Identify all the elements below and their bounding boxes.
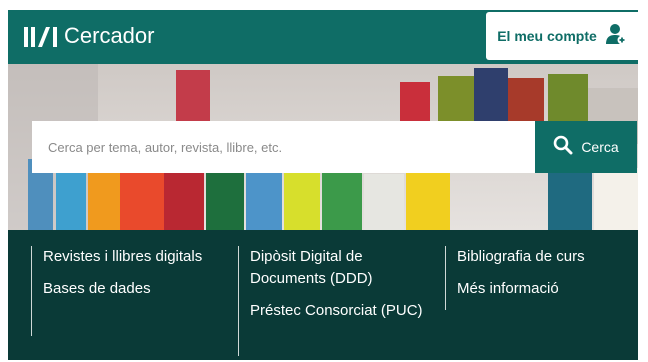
header-bar: Cercador El meu compte (8, 10, 638, 64)
link-puc-loans[interactable]: Préstec Consorciat (PUC) (250, 300, 430, 322)
links-column-1: Revistes i llibres digitals Bases de dad… (31, 246, 213, 336)
app-title: Cercador (64, 23, 155, 48)
links-column-3: Bibliografia de curs Més informació (445, 246, 637, 310)
links-column-2: Dipòsit Digital de Documents (DDD) Prést… (238, 246, 430, 356)
link-more-info[interactable]: Més informació (457, 278, 637, 300)
library-logo-icon[interactable] (24, 22, 58, 52)
link-course-bibliography[interactable]: Bibliografia de curs (457, 246, 637, 268)
search-bar (32, 121, 535, 173)
link-digital-journals-books[interactable]: Revistes i llibres digitals (43, 246, 213, 268)
search-button-label: Cerca (581, 139, 619, 155)
search-input[interactable] (32, 121, 535, 173)
search-icon (553, 135, 573, 160)
account-label: El meu compte (497, 28, 597, 44)
link-databases[interactable]: Bases de dades (43, 278, 213, 300)
app-frame: Cercador El meu compte . . . . . Cerca p… (8, 10, 638, 360)
user-icon (605, 23, 627, 50)
account-button[interactable]: El meu compte (486, 12, 638, 60)
link-ddd-repository[interactable]: Dipòsit Digital de Documents (DDD) (250, 246, 430, 290)
search-button[interactable]: Cerca (535, 121, 637, 173)
quick-links-panel: Revistes i llibres digitals Bases de dad… (8, 230, 638, 360)
